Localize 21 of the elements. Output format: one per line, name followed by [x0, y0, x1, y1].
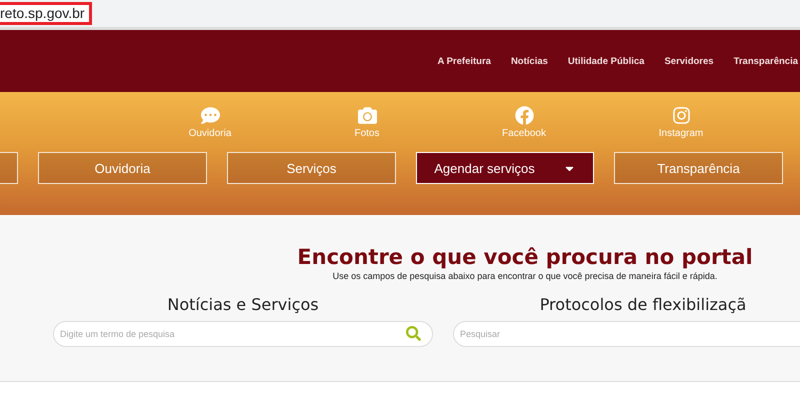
nav-link[interactable]: Notícias [510, 56, 548, 66]
nav-link[interactable]: Transparência [734, 56, 798, 66]
chat-icon [200, 106, 220, 125]
nav-button[interactable]: Ouvidoria [38, 152, 207, 184]
nav-button[interactable]: Transparência [614, 152, 783, 184]
nav-button[interactable]: Serviços [227, 152, 396, 184]
search-field[interactable]: Pesquisar [453, 321, 800, 347]
dropdown-button[interactable]: Agendar serviços [416, 152, 594, 184]
search-heading: Protocolos de flexibilizaçã [540, 295, 746, 314]
facebook-icon [514, 106, 534, 125]
search-icon[interactable] [406, 326, 421, 341]
search-field[interactable]: Digite um termo de pesquisa [53, 321, 433, 347]
camera-icon [358, 106, 376, 125]
url-text[interactable]: reto.sp.gov.br [0, 2, 92, 25]
nav-link[interactable]: A Prefeitura [437, 56, 491, 66]
nav-link[interactable]: Utilidade Pública [568, 56, 644, 66]
nav-link[interactable]: Servidores [664, 56, 714, 66]
section-subtitle: Use os campos de pesquisa abaixo para encontrar o que você precisa de maneira fácil e rápida. [332, 271, 718, 281]
section-title: Encontre o que você procura no portal [297, 245, 753, 269]
search-heading: Notícias e Serviços [167, 295, 319, 314]
instagram-icon [672, 106, 690, 125]
